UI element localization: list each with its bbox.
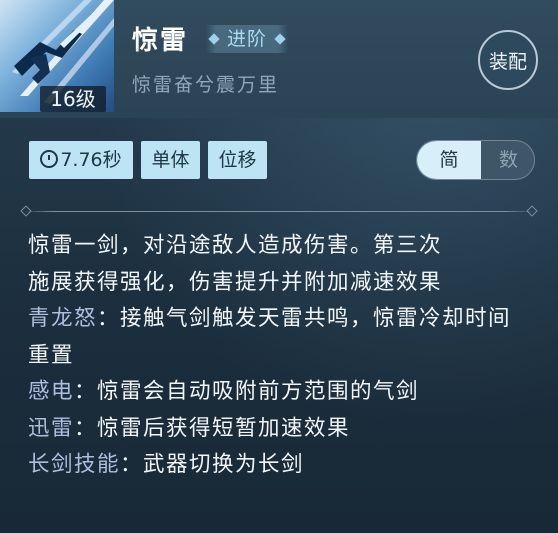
equip-button[interactable]: 装配 bbox=[478, 30, 538, 90]
skill-header: 16级 惊雷 进阶 惊雷奋兮震万里 装配 bbox=[0, 0, 558, 118]
description-line: 惊雷一剑，对沿途敌人造成伤害。第三次 bbox=[28, 233, 443, 258]
lightning-sword-skill-icon[interactable]: 16级 bbox=[0, 0, 114, 112]
numeric-mode-option[interactable]: 数 bbox=[481, 141, 534, 179]
effect-text: ：惊雷后获得短暂加速效果 bbox=[74, 415, 351, 441]
description-mode-toggle[interactable]: 简 数 bbox=[416, 140, 535, 180]
effect-text: ：惊雷会自动吸附前方范围的气剑 bbox=[74, 379, 420, 404]
effect-name: 迅雷 bbox=[28, 415, 75, 441]
skill-level-badge: 16级 bbox=[40, 86, 106, 112]
effect-xunlei: 迅雷：惊雷后获得短暂加速效果 bbox=[28, 411, 528, 448]
movement-tag: 位移 bbox=[208, 141, 267, 179]
effect-qinglongnu: 青龙怒：接触气剑触发天雷共鸣，惊雷冷却时间重置 bbox=[28, 301, 528, 374]
target-type-tag: 单体 bbox=[141, 141, 200, 179]
effect-gandian: 感电：惊雷会自动吸附前方范围的气剑 bbox=[28, 374, 528, 411]
skill-detail-panel: 16级 惊雷 进阶 惊雷奋兮震万里 装配 7.76秒 单体 位移 简 数 惊雷一… bbox=[0, 0, 558, 533]
effect-name: 青龙怒 bbox=[28, 306, 98, 331]
simple-mode-option[interactable]: 简 bbox=[417, 141, 481, 179]
clock-icon bbox=[40, 150, 59, 168]
effect-changjian: 长剑技能：武器切换为长剑 bbox=[28, 447, 528, 484]
skill-name: 惊雷 bbox=[132, 26, 189, 56]
advance-badge: 进阶 bbox=[206, 25, 288, 53]
effect-text: ：武器切换为长剑 bbox=[120, 452, 305, 477]
cooldown-value: 7.76秒 bbox=[60, 149, 122, 171]
skill-subtitle: 惊雷奋兮震万里 bbox=[132, 74, 280, 96]
section-divider bbox=[20, 205, 538, 217]
effect-name: 长剑技能 bbox=[28, 452, 121, 477]
skill-description: 惊雷一剑，对沿途敌人造成伤害。第三次 施展获得强化，伤害提升并附加减速效果 青龙… bbox=[28, 228, 528, 484]
cooldown-tag: 7.76秒 bbox=[29, 141, 133, 179]
divider-diamond-right bbox=[526, 205, 538, 217]
divider-diamond-left bbox=[20, 205, 32, 217]
effect-name: 感电 bbox=[28, 379, 75, 404]
effect-text: ：接触气剑触发天雷共鸣，惊雷冷却时间重置 bbox=[28, 306, 512, 368]
description-line: 施展获得强化，伤害提升并附加减速效果 bbox=[28, 269, 443, 295]
